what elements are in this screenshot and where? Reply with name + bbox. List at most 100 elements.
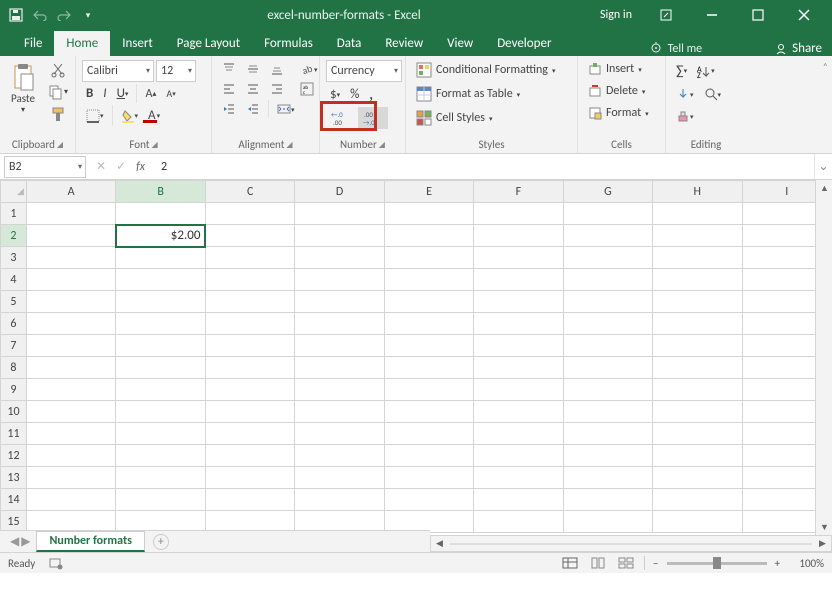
row-header[interactable]: 1	[1, 203, 27, 225]
cell[interactable]	[116, 203, 206, 225]
cancel-formula-icon[interactable]: ✕	[96, 159, 106, 174]
copy-button[interactable]: ▾	[44, 82, 72, 102]
row-header[interactable]: 3	[1, 247, 27, 269]
undo-icon[interactable]	[30, 5, 50, 25]
qat-customize-icon[interactable]: ▾	[78, 5, 98, 25]
cell[interactable]	[474, 511, 563, 533]
cell[interactable]	[384, 357, 473, 379]
percent-style-button[interactable]: %	[346, 85, 363, 104]
wrap-text-button[interactable]: abc	[296, 80, 318, 98]
cell[interactable]	[205, 489, 294, 511]
share-button[interactable]: Share	[774, 41, 822, 56]
column-header[interactable]: A	[26, 181, 115, 203]
cell[interactable]	[116, 445, 206, 467]
cell[interactable]	[205, 247, 294, 269]
cell[interactable]	[474, 401, 563, 423]
cell[interactable]	[295, 401, 384, 423]
zoom-slider[interactable]	[667, 562, 767, 565]
cell[interactable]	[26, 269, 115, 291]
cell[interactable]	[295, 335, 384, 357]
cell[interactable]	[474, 247, 563, 269]
cell[interactable]	[205, 291, 294, 313]
cell[interactable]	[295, 313, 384, 335]
increase-decimal-button[interactable]: ←.0.00	[326, 107, 356, 129]
cell[interactable]	[116, 467, 206, 489]
orientation-button[interactable]: ab▾	[296, 60, 322, 78]
cell[interactable]	[116, 401, 206, 423]
tab-insert[interactable]: Insert	[110, 31, 165, 56]
row-header[interactable]: 2	[1, 225, 27, 247]
cell[interactable]	[653, 467, 742, 489]
column-header[interactable]: B	[116, 181, 206, 203]
italic-button[interactable]: I	[99, 84, 110, 103]
cell[interactable]	[474, 379, 563, 401]
bold-button[interactable]: B	[82, 84, 97, 103]
cell[interactable]	[205, 313, 294, 335]
cell[interactable]	[563, 247, 652, 269]
cell[interactable]	[384, 225, 473, 247]
font-name-dropdown[interactable]: Calibri▾	[82, 60, 154, 82]
cell[interactable]	[116, 291, 206, 313]
cell[interactable]	[563, 269, 652, 291]
close-button[interactable]	[782, 0, 826, 30]
cell[interactable]	[295, 247, 384, 269]
cell[interactable]	[563, 401, 652, 423]
tab-review[interactable]: Review	[373, 31, 435, 56]
row-header[interactable]: 4	[1, 269, 27, 291]
cell[interactable]	[295, 489, 384, 511]
cell[interactable]	[474, 445, 563, 467]
save-icon[interactable]	[6, 5, 26, 25]
cell[interactable]	[116, 335, 206, 357]
cell[interactable]	[205, 225, 294, 247]
cell[interactable]	[474, 489, 563, 511]
cell[interactable]	[474, 291, 563, 313]
cell[interactable]	[116, 423, 206, 445]
expand-formula-bar-icon[interactable]: ⌄	[814, 154, 832, 179]
comma-style-button[interactable]: ,	[365, 84, 377, 105]
number-dialog-launcher-icon[interactable]: ◢	[379, 140, 385, 150]
cell[interactable]	[653, 203, 742, 225]
collapse-ribbon-icon[interactable]: ˄	[823, 60, 828, 73]
cell[interactable]	[653, 511, 742, 533]
row-header[interactable]: 9	[1, 379, 27, 401]
row-header[interactable]: 10	[1, 401, 27, 423]
merge-center-button[interactable]: ▾	[273, 100, 299, 118]
column-header[interactable]: G	[563, 181, 652, 203]
cell[interactable]	[26, 401, 115, 423]
cell[interactable]	[474, 467, 563, 489]
cell[interactable]	[295, 269, 384, 291]
cell[interactable]	[563, 313, 652, 335]
cell[interactable]	[295, 423, 384, 445]
cell[interactable]	[653, 225, 742, 247]
cell[interactable]	[26, 489, 115, 511]
cell[interactable]	[205, 379, 294, 401]
increase-indent-button[interactable]	[242, 100, 264, 118]
row-header[interactable]: 14	[1, 489, 27, 511]
cell[interactable]	[563, 467, 652, 489]
cell[interactable]	[295, 445, 384, 467]
cell[interactable]	[205, 269, 294, 291]
cell[interactable]	[563, 511, 652, 533]
underline-button[interactable]: U▾	[113, 84, 133, 103]
cell[interactable]	[384, 379, 473, 401]
scroll-down-icon[interactable]: ▼	[816, 519, 832, 535]
add-sheet-button[interactable]: +	[153, 534, 169, 550]
cell[interactable]	[474, 225, 563, 247]
row-header[interactable]: 12	[1, 445, 27, 467]
cell[interactable]	[474, 313, 563, 335]
cell[interactable]	[474, 203, 563, 225]
cell[interactable]	[384, 313, 473, 335]
cell[interactable]	[474, 335, 563, 357]
minimize-button[interactable]	[690, 0, 734, 30]
shrink-font-button[interactable]: A▾	[162, 85, 179, 102]
cell[interactable]	[384, 335, 473, 357]
cell[interactable]	[26, 247, 115, 269]
tab-developer[interactable]: Developer	[485, 31, 563, 56]
grid[interactable]: ◢ A B C D E F G H I 1 2$2.00 3 4 5 6 7 8…	[0, 180, 832, 533]
cell[interactable]	[474, 269, 563, 291]
cell[interactable]	[653, 401, 742, 423]
cell[interactable]	[563, 225, 652, 247]
macro-record-icon[interactable]	[49, 556, 63, 570]
accounting-format-button[interactable]: $▾	[326, 85, 344, 104]
cell[interactable]	[653, 247, 742, 269]
